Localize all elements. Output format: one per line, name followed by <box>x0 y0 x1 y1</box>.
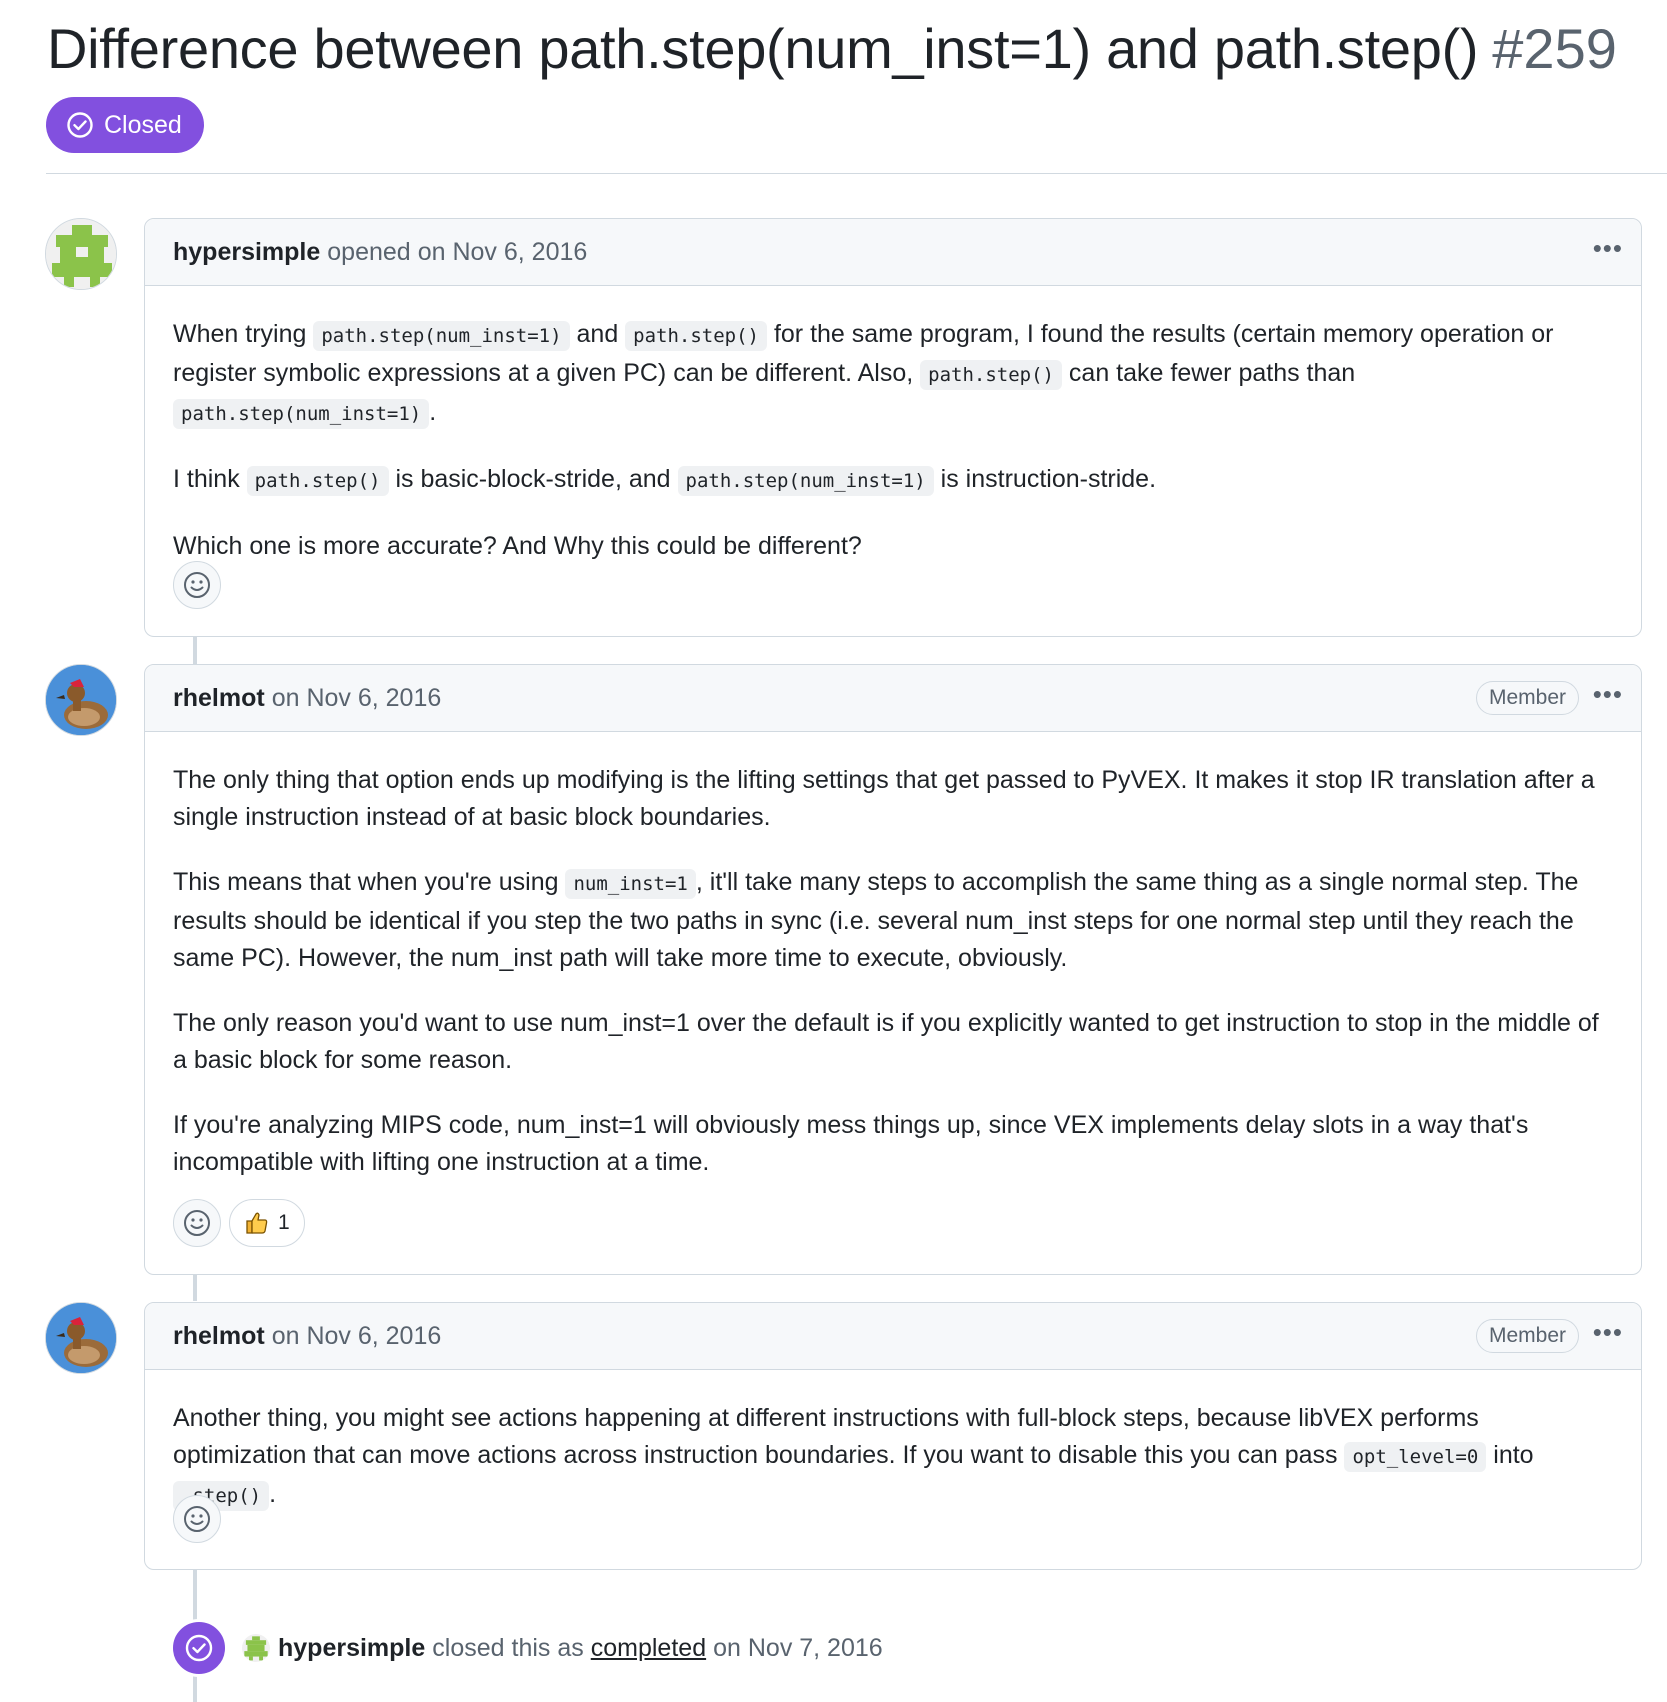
thumbs-up-reaction[interactable]: 1 <box>229 1199 305 1247</box>
mini-avatar[interactable] <box>242 1634 270 1662</box>
comment-paragraph: I think path.step() is basic-block-strid… <box>173 461 1613 500</box>
event-text: closed this as <box>432 1633 584 1662</box>
comment-header: hypersimple opened on Nov 6, 2016 ••• <box>145 219 1641 286</box>
comment-card: hypersimple opened on Nov 6, 2016 ••• Wh… <box>144 218 1642 637</box>
issue-number: #259 <box>1492 17 1617 80</box>
inline-code: opt_level=0 <box>1344 1442 1487 1472</box>
smiley-icon <box>184 1210 210 1236</box>
duck-avatar <box>46 1303 116 1373</box>
timeline-connector <box>193 1273 197 1301</box>
inline-code: path.step() <box>246 466 389 496</box>
add-reaction-button[interactable] <box>173 561 221 609</box>
avatar[interactable] <box>45 1302 117 1374</box>
avatar[interactable] <box>45 664 117 736</box>
comment-body: Another thing, you might see actions hap… <box>145 1370 1641 1515</box>
comment-paragraph: Which one is more accurate? And Why this… <box>173 532 862 560</box>
member-badge: Member <box>1475 681 1579 715</box>
issue-title: Difference between path.step(num_inst=1)… <box>47 17 1479 80</box>
comment-paragraph: When trying path.step(num_inst=1) and pa… <box>173 316 1613 433</box>
comment-paragraph: The only thing that option ends up modif… <box>173 766 1595 831</box>
comment-body: The only thing that option ends up modif… <box>145 732 1641 1181</box>
comment-action: opened <box>327 237 411 266</box>
comment-header: rhelmot on Nov 6, 2016 Member ••• <box>145 665 1641 732</box>
close-event: hypersimple closed this as completed on … <box>170 1619 883 1677</box>
issue-state-label: Closed <box>104 110 182 139</box>
duck-avatar <box>46 665 116 735</box>
comment-paragraph: Another thing, you might see actions hap… <box>173 1400 1613 1515</box>
issue-title-row: Difference between path.step(num_inst=1)… <box>47 16 1647 81</box>
completed-link[interactable]: completed <box>591 1634 706 1663</box>
inline-code: path.step() <box>920 360 1062 390</box>
inline-code: path.step() <box>625 321 768 351</box>
comment-date[interactable]: on Nov 6, 2016 <box>272 1322 442 1351</box>
comment-date[interactable]: on Nov 6, 2016 <box>272 684 442 713</box>
smiley-icon <box>184 1506 210 1532</box>
comment-card: rhelmot on Nov 6, 2016 Member ••• Anothe… <box>144 1302 1642 1570</box>
check-circle-icon <box>185 1634 213 1662</box>
event-date[interactable]: on Nov 7, 2016 <box>713 1634 883 1663</box>
thumbs-up-icon <box>246 1212 268 1234</box>
event-author[interactable]: hypersimple <box>278 1634 425 1663</box>
green-pixel-identicon <box>46 219 116 289</box>
comment-card: rhelmot on Nov 6, 2016 Member ••• The on… <box>144 664 1642 1275</box>
more-options-icon[interactable]: ••• <box>1593 233 1623 264</box>
comment-date[interactable]: on Nov 6, 2016 <box>418 238 588 267</box>
smiley-icon <box>184 572 210 598</box>
comment-author[interactable]: rhelmot <box>173 1322 265 1351</box>
comment-paragraph: This means that when you're using num_in… <box>173 868 1579 972</box>
reactions-bar <box>145 1495 249 1543</box>
inline-code: num_inst=1 <box>565 869 696 899</box>
comment-paragraph: The only reason you'd want to use num_in… <box>173 1009 1599 1074</box>
comment-body: When trying path.step(num_inst=1) and pa… <box>145 286 1641 565</box>
avatar[interactable] <box>45 218 117 290</box>
inline-code: path.step(num_inst=1) <box>173 399 430 429</box>
comment-paragraph: If you're analyzing MIPS code, num_inst=… <box>173 1111 1529 1176</box>
add-reaction-button[interactable] <box>173 1199 221 1247</box>
closed-event-badge <box>170 1619 228 1677</box>
member-badge: Member <box>1475 1319 1579 1353</box>
more-options-icon[interactable]: ••• <box>1593 1317 1623 1348</box>
add-reaction-button[interactable] <box>173 1495 221 1543</box>
check-circle-icon <box>67 112 93 138</box>
reactions-bar: 1 <box>145 1199 333 1247</box>
inline-code: path.step(num_inst=1) <box>677 466 934 496</box>
comment-header: rhelmot on Nov 6, 2016 Member ••• <box>145 1303 1641 1370</box>
issue-state-badge: Closed <box>46 97 204 153</box>
reaction-count: 1 <box>278 1211 290 1234</box>
comment-author[interactable]: rhelmot <box>173 684 265 713</box>
comment-author[interactable]: hypersimple <box>173 238 320 267</box>
header-divider <box>46 173 1667 174</box>
timeline-connector <box>193 636 197 664</box>
inline-code: path.step(num_inst=1) <box>313 321 570 351</box>
green-pixel-identicon <box>242 1634 270 1662</box>
more-options-icon[interactable]: ••• <box>1593 679 1623 710</box>
reactions-bar <box>145 561 249 609</box>
